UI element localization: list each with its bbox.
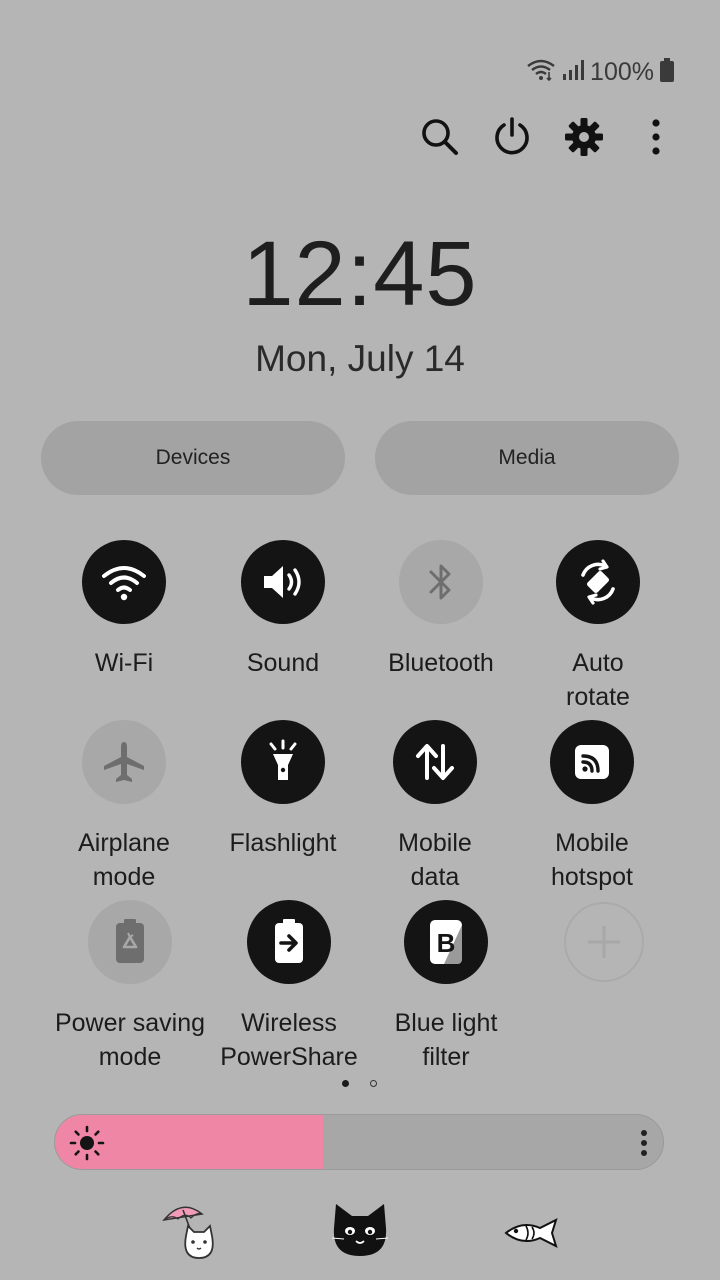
tile-sound[interactable]: Sound bbox=[203, 540, 363, 680]
tile-label: Blue light filter bbox=[394, 1009, 498, 1071]
tile-wifi[interactable]: Wi-Fi bbox=[44, 540, 204, 680]
mobile-data-icon[interactable] bbox=[393, 720, 477, 804]
page-indicator-1[interactable] bbox=[342, 1080, 349, 1087]
brightness-more-icon[interactable] bbox=[639, 1128, 649, 1163]
auto-rotate-icon[interactable] bbox=[556, 540, 640, 624]
bluetooth-icon[interactable] bbox=[399, 540, 483, 624]
wifi-icon[interactable] bbox=[82, 540, 166, 624]
signal-icon bbox=[562, 59, 585, 86]
flashlight-icon[interactable] bbox=[241, 720, 325, 804]
hotspot-icon[interactable] bbox=[550, 720, 634, 804]
tile-mobile-data[interactable]: Mobile data bbox=[355, 720, 515, 894]
page-indicator-2[interactable] bbox=[370, 1080, 377, 1087]
tile-label: Wireless PowerShare bbox=[220, 1009, 358, 1071]
tile-label: Sound bbox=[246, 649, 320, 677]
tile-airplane[interactable]: Airplane mode bbox=[44, 720, 204, 894]
cat-umbrella-icon bbox=[160, 1198, 224, 1264]
tile-wireless-powershare[interactable]: Wireless PowerShare bbox=[209, 900, 369, 1074]
tile-label: Wi-Fi bbox=[94, 649, 154, 677]
fish-icon bbox=[504, 1198, 560, 1264]
clock-date: Mon, July 14 bbox=[255, 338, 465, 379]
tile-label: Flashlight bbox=[229, 829, 337, 857]
add-icon[interactable] bbox=[564, 902, 644, 982]
tile-mobile-hotspot[interactable]: Mobile hotspot bbox=[512, 720, 672, 894]
tile-label: Auto rotate bbox=[566, 649, 630, 711]
media-button[interactable]: Media bbox=[375, 421, 679, 495]
clock-time: 12:45 bbox=[242, 223, 478, 325]
blue-light-filter-icon[interactable]: B bbox=[404, 900, 488, 984]
search-icon[interactable] bbox=[415, 112, 465, 162]
svg-text:B: B bbox=[437, 928, 456, 958]
tile-label: Mobile data bbox=[398, 829, 472, 891]
tile-label: Mobile hotspot bbox=[550, 829, 633, 891]
tile-power-saving[interactable]: Power saving mode bbox=[50, 900, 210, 1074]
power-icon[interactable] bbox=[487, 112, 537, 162]
wireless-powershare-icon[interactable] bbox=[247, 900, 331, 984]
status-bar: 100% bbox=[526, 56, 674, 88]
tile-label: Power saving mode bbox=[54, 1009, 206, 1071]
tile-label: Airplane mode bbox=[78, 829, 170, 891]
more-vert-icon[interactable] bbox=[631, 112, 681, 162]
wifi-status-icon bbox=[526, 58, 556, 87]
panel-toolbar bbox=[0, 112, 720, 162]
tile-add[interactable] bbox=[524, 900, 684, 1004]
tile-bluetooth[interactable]: Bluetooth bbox=[361, 540, 521, 680]
sun-icon bbox=[69, 1125, 105, 1166]
tile-label: Bluetooth bbox=[388, 649, 494, 677]
airplane-icon[interactable] bbox=[82, 720, 166, 804]
tile-flashlight[interactable]: Flashlight bbox=[203, 720, 363, 860]
tile-blue-light-filter[interactable]: B Blue light filter bbox=[366, 900, 526, 1074]
battery-percent: 100% bbox=[590, 57, 654, 86]
tile-auto-rotate[interactable]: Auto rotate bbox=[518, 540, 678, 714]
brightness-slider[interactable] bbox=[54, 1114, 664, 1170]
battery-icon bbox=[660, 57, 674, 87]
devices-button[interactable]: Devices bbox=[41, 421, 345, 495]
power-saving-icon[interactable] bbox=[88, 900, 172, 984]
sound-icon[interactable] bbox=[241, 540, 325, 624]
gear-icon[interactable] bbox=[559, 112, 609, 162]
black-cat-icon bbox=[328, 1198, 392, 1264]
